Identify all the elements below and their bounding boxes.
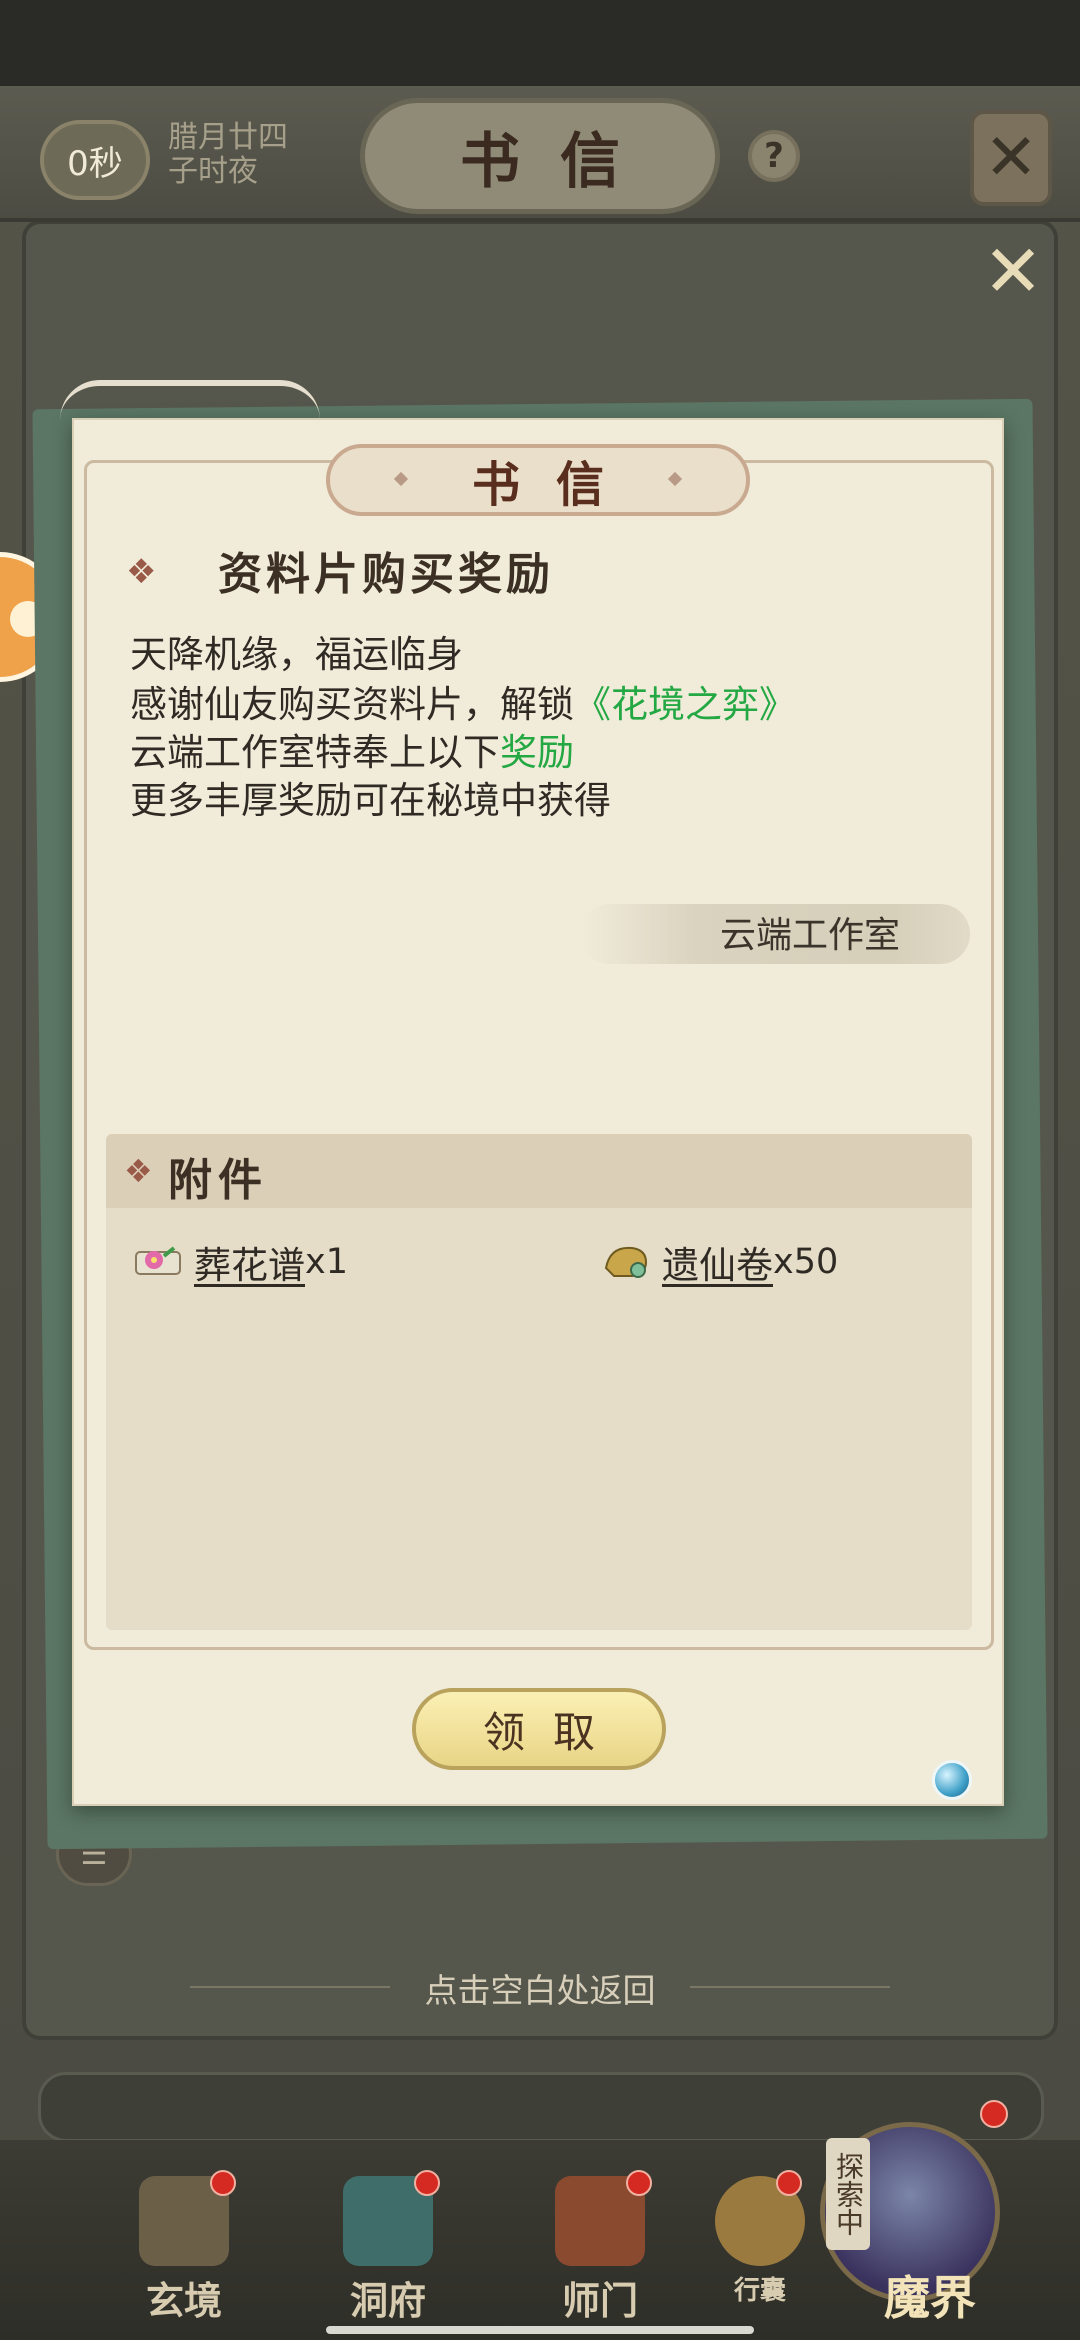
attachments-title: 附件 [168, 1155, 268, 1206]
home-indicator[interactable] [326, 2326, 754, 2334]
return-hint: 点击空白处返回 [424, 1971, 656, 2010]
help-button[interactable]: ? [748, 130, 800, 182]
page-title: 书信 [460, 126, 660, 197]
nav-item-dongfu[interactable]: 洞府 [318, 2170, 458, 2326]
letter-line-3-text: 云端工作室特奉上以下 [130, 731, 500, 774]
attachment-name: 遗仙卷 [662, 1244, 773, 1287]
timer-badge: 0秒 [40, 120, 150, 200]
nav-item-shimen[interactable]: 师门 [530, 2170, 670, 2326]
signature: 云端工作室 [720, 915, 901, 956]
close-icon: ✕ [982, 229, 1044, 313]
explore-status: 探索中 [826, 2138, 870, 2250]
nav-label: 行囊 [733, 2276, 786, 2306]
letter-line-4: 更多丰厚奖励可在秘境中获得 [130, 779, 611, 822]
dialog-close-button[interactable]: ✕ [978, 229, 1048, 313]
close-icon: ✕ [984, 121, 1038, 195]
letter-line-2: 感谢仙友购买资料片，解锁《花境之弈》 [130, 674, 796, 728]
claim-label: 领取 [482, 1707, 623, 1757]
nav-item-xuanjing[interactable]: 玄境 [114, 2170, 254, 2326]
attachment-item[interactable]: 遗仙卷 x50 [598, 1232, 838, 1292]
attachments-box [106, 1134, 972, 1630]
letter-line-2-text: 感谢仙友购买资料片，解锁 [130, 683, 574, 726]
diamond-icon [667, 471, 683, 487]
diamond-icon: ❖ [126, 552, 157, 592]
notification-dot [414, 2170, 440, 2196]
nav-label: 师门 [561, 2278, 638, 2323]
letter-header: 书信 [326, 444, 750, 516]
nav-label: 玄境 [145, 2278, 222, 2323]
time-of-day: 子时夜 [168, 154, 258, 189]
letter-subject: 资料片购买奖励 [218, 549, 554, 600]
diamond-icon: ❖ [124, 1152, 153, 1190]
claim-button[interactable]: 领取 [412, 1688, 666, 1770]
highlight-title: 《花境之弈》 [574, 683, 796, 726]
golden-scroll-icon [598, 1238, 654, 1286]
highlight-reward: 奖励 [500, 731, 574, 774]
notification-dot [776, 2170, 802, 2196]
notification-dot [980, 2100, 1008, 2128]
letter-header-title: 书信 [471, 457, 640, 513]
explore-label: 魔界 [884, 2271, 976, 2325]
notification-dot [626, 2170, 652, 2196]
attachment-item[interactable]: 葬花谱 x1 [130, 1232, 348, 1292]
attachment-name: 葬花谱 [194, 1244, 305, 1287]
nav-label: 洞府 [349, 2278, 426, 2323]
letter-line-1: 天降机缘，福运临身 [130, 633, 463, 676]
diamond-icon [393, 471, 409, 487]
notification-dot [210, 2170, 236, 2196]
flower-scroll-icon [130, 1238, 186, 1286]
top-close-button[interactable]: ✕ [970, 110, 1052, 206]
letter-line-3: 云端工作室特奉上以下奖励 [130, 722, 574, 776]
ribbon-decoration [60, 380, 320, 420]
title-plaque: 书信 [360, 98, 720, 214]
jade-orb-icon [932, 1760, 972, 1800]
nav-item-xingnang[interactable]: 行囊 [700, 2170, 820, 2326]
attachment-qty: x50 [773, 1242, 839, 1282]
attachment-qty: x1 [305, 1242, 348, 1282]
